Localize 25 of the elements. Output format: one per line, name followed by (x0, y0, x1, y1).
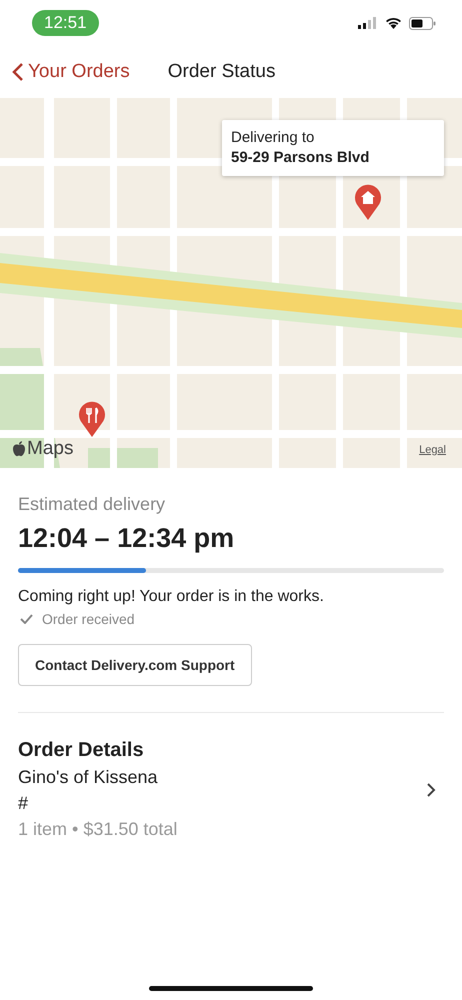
chevron-right-icon (426, 782, 436, 798)
contact-support-button[interactable]: Contact Delivery.com Support (18, 644, 252, 686)
apple-icon (12, 441, 26, 457)
callout-address: 59-29 Parsons Blvd (231, 149, 370, 166)
back-chevron-icon (12, 62, 24, 82)
wifi-icon (385, 17, 402, 29)
order-details-row[interactable]: Order Details Gino's of Kissena # 1 item • $31.50 total (18, 739, 444, 840)
maps-logo: Maps (12, 438, 74, 460)
estimated-delivery-label: Estimated delivery (18, 494, 166, 515)
restaurant-name: Gino's of Kissena (18, 767, 159, 788)
step-label: Order received (42, 611, 135, 627)
status-message: Coming right up! Your order is in the works. (18, 588, 325, 606)
battery-icon (409, 16, 436, 30)
order-details-heading: Order Details (18, 739, 145, 762)
status-time: 12:51 (32, 10, 99, 36)
order-summary: 1 item • $31.50 total (18, 819, 178, 840)
restaurant-pin-icon (78, 401, 106, 437)
callout-label: Delivering to (231, 129, 316, 146)
screen-title: Order Status (168, 61, 276, 83)
back-link[interactable]: Your Orders (12, 61, 130, 83)
signal-icon (358, 17, 378, 29)
legal-link[interactable]: Legal (419, 444, 446, 456)
delivery-window: 12:04 – 12:34 pm (18, 523, 444, 554)
home-pin-icon (354, 184, 382, 220)
order-number: # (18, 793, 30, 814)
